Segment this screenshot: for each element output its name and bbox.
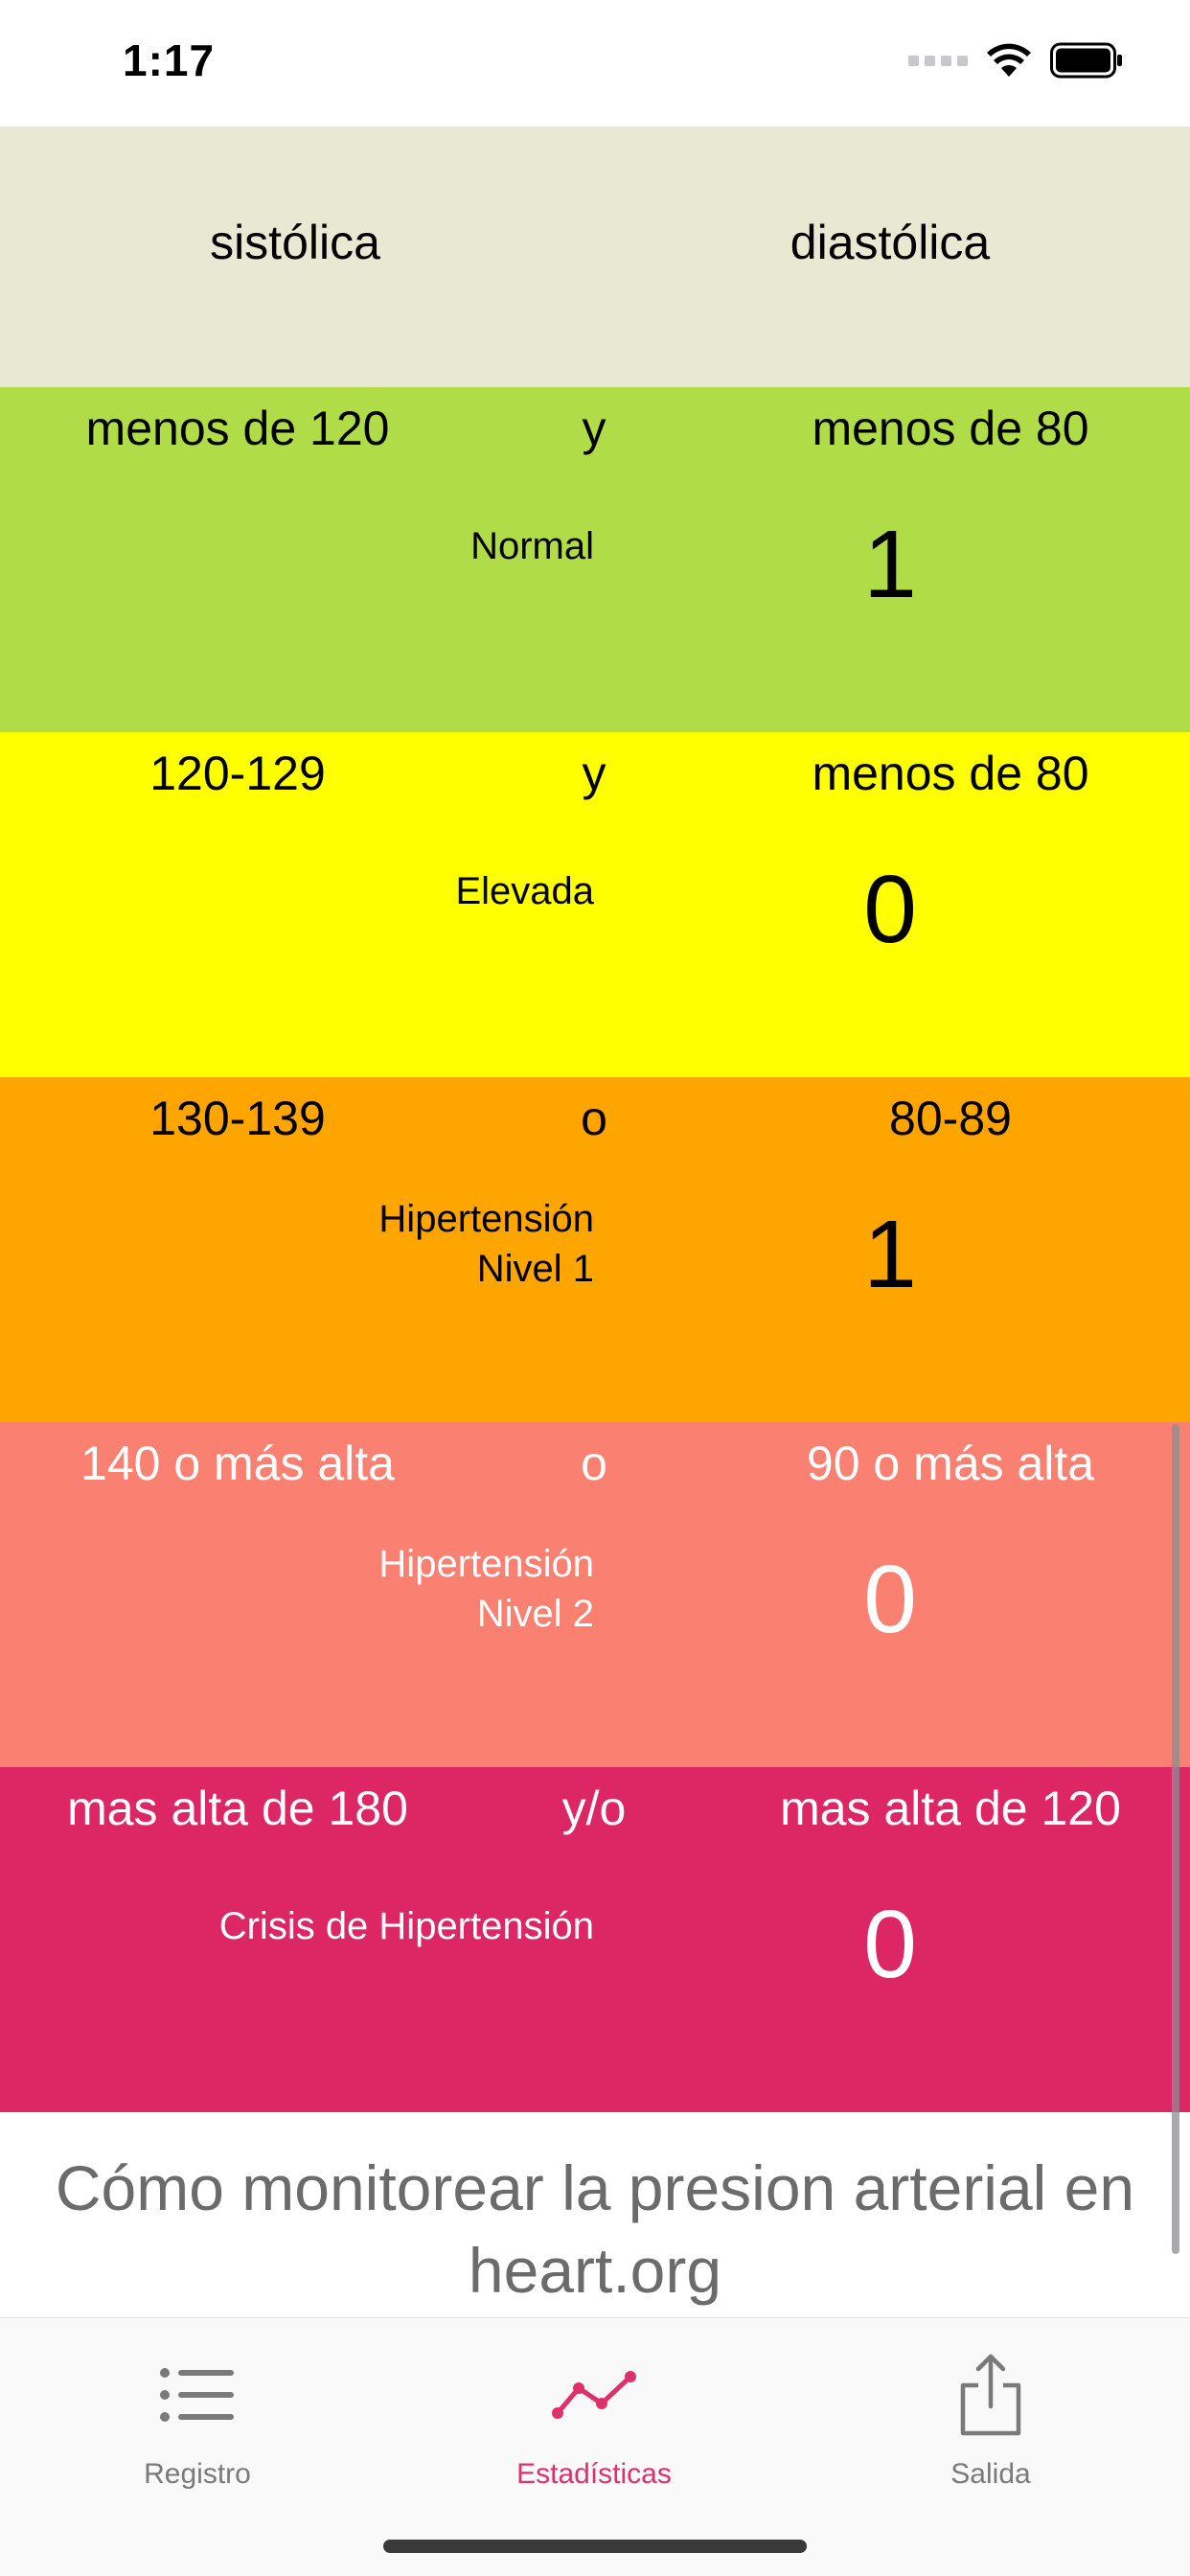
category-label: Hipertensión Nivel 1 <box>378 1198 594 1290</box>
category-label: Normal <box>470 525 594 567</box>
diastolic-range: mas alta de 120 <box>780 1782 1121 1835</box>
diastolic-range: menos de 80 <box>812 402 1089 455</box>
header-diastolic: diastólica <box>790 216 991 269</box>
reading-count: 1 <box>863 1201 917 1308</box>
status-time: 1:17 <box>123 35 216 85</box>
systolic-range: mas alta de 180 <box>67 1782 408 1835</box>
systolic-range: 120-129 <box>149 747 326 800</box>
header-systolic: sistólica <box>210 216 380 269</box>
wifi-icon <box>987 43 1031 77</box>
battery-icon <box>1050 42 1122 79</box>
cellular-signal-icon <box>908 55 968 66</box>
scroll-indicator[interactable] <box>1172 1424 1179 2254</box>
conjunction: y <box>582 402 606 455</box>
category-label: Crisis de Hipertensión <box>218 1905 594 1947</box>
diastolic-range: menos de 80 <box>812 747 1089 800</box>
share-icon <box>960 2354 1021 2436</box>
conjunction: o <box>581 1437 607 1490</box>
list-icon <box>160 2368 234 2422</box>
category-label: Hipertensión Nivel 2 <box>378 1543 594 1635</box>
systolic-range: 140 o más alta <box>80 1437 395 1490</box>
heart-org-link-area: Cómo monitorear la presion arterial en h… <box>0 2112 1190 2323</box>
reading-count: 1 <box>863 511 917 618</box>
band-elevated: 120-129 y menos de 80 Elevada 0 <box>0 732 1190 1077</box>
chart-line-icon <box>552 2371 636 2419</box>
band-crisis: mas alta de 180 y/o mas alta de 120 Cris… <box>0 1767 1190 2112</box>
reading-count: 0 <box>863 1891 917 1998</box>
tab-bar: Registro Estadísticas Salida <box>0 2317 1190 2576</box>
systolic-range: menos de 120 <box>85 402 390 455</box>
status-indicators <box>908 42 1123 79</box>
stats-table: sistólica diastólica menos de 120 y meno… <box>0 126 1190 2323</box>
tab-registro[interactable]: Registro <box>54 2347 341 2491</box>
category-label: Elevada <box>455 870 594 912</box>
tab-estadisticas[interactable]: Estadísticas <box>450 2347 738 2491</box>
band-hypertension-1: 130-139 o 80-89 Hipertensión Nivel 1 1 <box>0 1077 1190 1422</box>
diastolic-range: 80-89 <box>889 1092 1012 1145</box>
heart-org-link[interactable]: Cómo monitorear la presion arterial en h… <box>0 2147 1190 2312</box>
table-header: sistólica diastólica <box>0 126 1190 387</box>
reading-count: 0 <box>863 1546 917 1653</box>
band-normal: menos de 120 y menos de 80 Normal 1 <box>0 387 1190 732</box>
conjunction: y/o <box>561 1782 627 1835</box>
tab-label: Salida <box>950 2458 1031 2490</box>
home-indicator <box>383 2540 807 2553</box>
systolic-range: 130-139 <box>149 1092 326 1145</box>
conjunction: y <box>582 747 606 800</box>
conjunction: o <box>581 1092 607 1145</box>
diastolic-range: 90 o más alta <box>806 1437 1095 1490</box>
tab-salida[interactable]: Salida <box>847 2347 1134 2491</box>
reading-count: 0 <box>863 856 917 963</box>
tab-label: Estadísticas <box>516 2458 672 2490</box>
status-bar: 1:17 <box>0 0 1190 126</box>
tab-label: Registro <box>144 2458 251 2490</box>
band-hypertension-2: 140 o más alta o 90 o más alta Hipertens… <box>0 1422 1190 1767</box>
